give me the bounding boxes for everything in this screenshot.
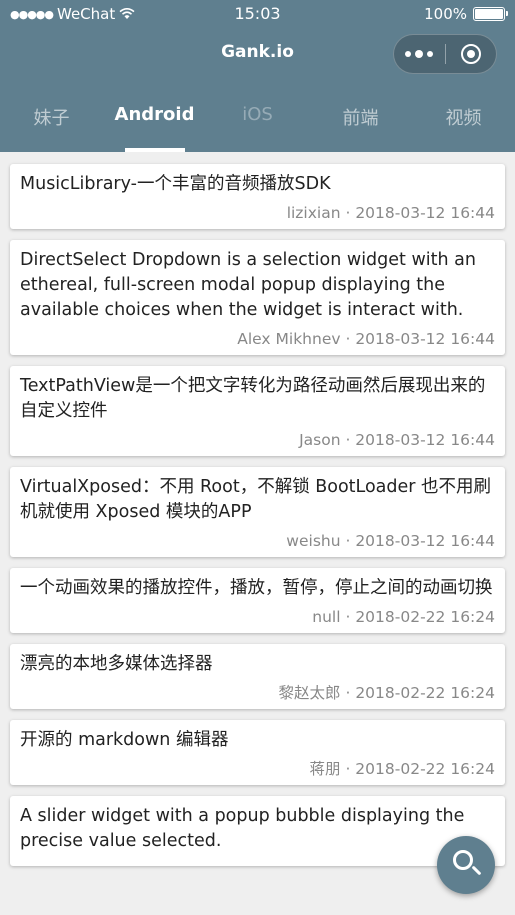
battery-percent: 100%: [424, 5, 467, 23]
article-title: 开源的 markdown 编辑器: [20, 730, 229, 750]
battery-icon: [473, 7, 508, 21]
article-card[interactable]: VirtualXposed：不用 Root，不解锁 BootLoader 也不用…: [10, 467, 505, 557]
mini-program-capsule: [393, 34, 497, 74]
tab-frontend[interactable]: 前端: [309, 96, 412, 152]
article-card[interactable]: TextPathView是一个把文字转化为路径动画然后展现出来的自定义控件 Ja…: [10, 366, 505, 456]
article-card[interactable]: DirectSelect Dropdown is a selection wid…: [10, 240, 505, 355]
tab-meizi[interactable]: 妹子: [0, 96, 103, 152]
status-bar: ●●●●● WeChat 15:03 100%: [0, 0, 515, 28]
status-right: 100%: [424, 5, 508, 23]
article-card[interactable]: 开源的 markdown 编辑器 蒋朋 · 2018-02-22 16:24: [10, 720, 505, 785]
article-title: A slider widget with a popup bubble disp…: [20, 806, 465, 851]
article-title: 一个动画效果的播放控件，播放，暂停，停止之间的动画切换: [20, 578, 493, 598]
article-meta: Jason · 2018-03-12 16:44: [299, 431, 495, 449]
article-title: DirectSelect Dropdown is a selection wid…: [20, 250, 476, 320]
article-meta: weishu · 2018-03-12 16:44: [286, 532, 495, 550]
app-header: ●●●●● WeChat 15:03 100% Gank.io 妹子 Andro…: [0, 0, 515, 152]
tab-video[interactable]: 视频: [412, 96, 515, 152]
more-dot-icon: [415, 50, 424, 58]
article-meta: null · 2018-02-22 16:24: [312, 608, 495, 626]
article-meta: 黎赵太郎 · 2018-02-22 16:24: [278, 684, 495, 702]
article-card[interactable]: A slider widget with a popup bubble disp…: [10, 796, 505, 866]
article-meta: lizixian · 2018-03-12 16:44: [286, 204, 495, 222]
article-card[interactable]: 漂亮的本地多媒体选择器 黎赵太郎 · 2018-02-22 16:24: [10, 644, 505, 709]
article-title: TextPathView是一个把文字转化为路径动画然后展现出来的自定义控件: [20, 376, 486, 421]
article-meta: 蒋朋 · 2018-02-22 16:24: [309, 760, 495, 778]
article-title: MusicLibrary-一个丰富的音频播放SDK: [20, 174, 331, 194]
tab-ios[interactable]: iOS: [206, 96, 309, 152]
article-title: VirtualXposed：不用 Root，不解锁 BootLoader 也不用…: [20, 477, 492, 522]
category-tabs: 妹子 Android iOS 前端 视频: [0, 96, 515, 152]
more-menu-button[interactable]: [394, 35, 445, 73]
article-card[interactable]: 一个动画效果的播放控件，播放，暂停，停止之间的动画切换 null · 2018-…: [10, 568, 505, 633]
article-list: MusicLibrary-一个丰富的音频播放SDK lizixian · 201…: [0, 152, 515, 915]
search-icon: [453, 850, 473, 870]
article-title: 漂亮的本地多媒体选择器: [20, 654, 213, 674]
more-dot-icon: [405, 51, 412, 57]
article-card[interactable]: MusicLibrary-一个丰富的音频播放SDK lizixian · 201…: [10, 164, 505, 229]
close-mini-program-button[interactable]: [445, 35, 496, 73]
more-dot-icon: [427, 51, 434, 57]
tab-android[interactable]: Android: [103, 96, 206, 152]
search-fab-button[interactable]: [437, 836, 495, 894]
target-circle-icon: [460, 44, 481, 64]
battery-fill: [475, 9, 503, 19]
article-meta: Alex Mikhnev · 2018-03-12 16:44: [237, 330, 495, 348]
